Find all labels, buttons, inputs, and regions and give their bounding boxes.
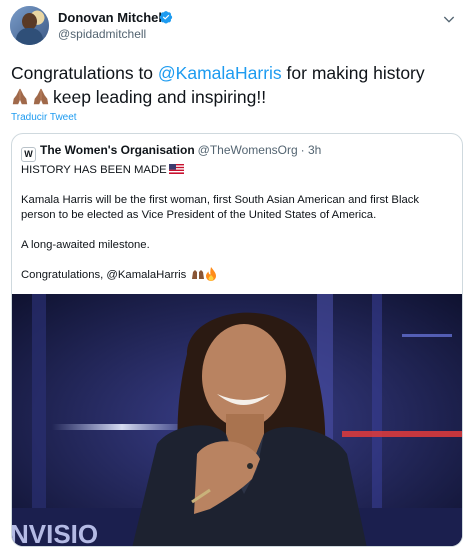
- raised-hands-emoji: [192, 270, 205, 279]
- avatar[interactable]: [10, 6, 49, 45]
- tweet: Donovan Mitchell @spidadmitchell Congrat…: [0, 0, 474, 552]
- mention-link[interactable]: @KamalaHarris: [158, 63, 282, 83]
- quoted-tweet-header: W The Women's Organisation @TheWomensOrg · …: [21, 143, 321, 162]
- tweet-text: Congratulations to @KamalaHarris for mak…: [11, 63, 425, 107]
- quoted-tweet[interactable]: W The Women's Organisation @TheWomensOrg · …: [11, 133, 463, 547]
- quoted-tweet-photo[interactable]: NVISIO: [12, 294, 463, 547]
- translate-tweet-link[interactable]: Traducir Tweet: [11, 112, 77, 123]
- us-flag-icon: [168, 164, 184, 174]
- chevron-down-icon[interactable]: [441, 11, 457, 27]
- quoted-timestamp[interactable]: · 3h: [301, 143, 322, 157]
- author-handle[interactable]: @spidadmitchell: [58, 27, 146, 41]
- folded-hands-emoji: [33, 88, 49, 105]
- folded-hands-emoji: [12, 88, 28, 105]
- author-name[interactable]: Donovan Mitchell: [58, 10, 166, 25]
- quoted-author-handle[interactable]: @TheWomensOrg: [198, 143, 298, 157]
- stage-sign-text: NVISIO: [12, 519, 98, 547]
- verified-badge-icon: [159, 11, 173, 24]
- quoted-author-name[interactable]: The Women's Organisation: [40, 143, 195, 157]
- quoted-avatar: W: [21, 147, 36, 162]
- quoted-tweet-text: HISTORY HAS BEEN MADE Kamala Harris will…: [21, 164, 420, 281]
- fire-emoji: [206, 267, 217, 281]
